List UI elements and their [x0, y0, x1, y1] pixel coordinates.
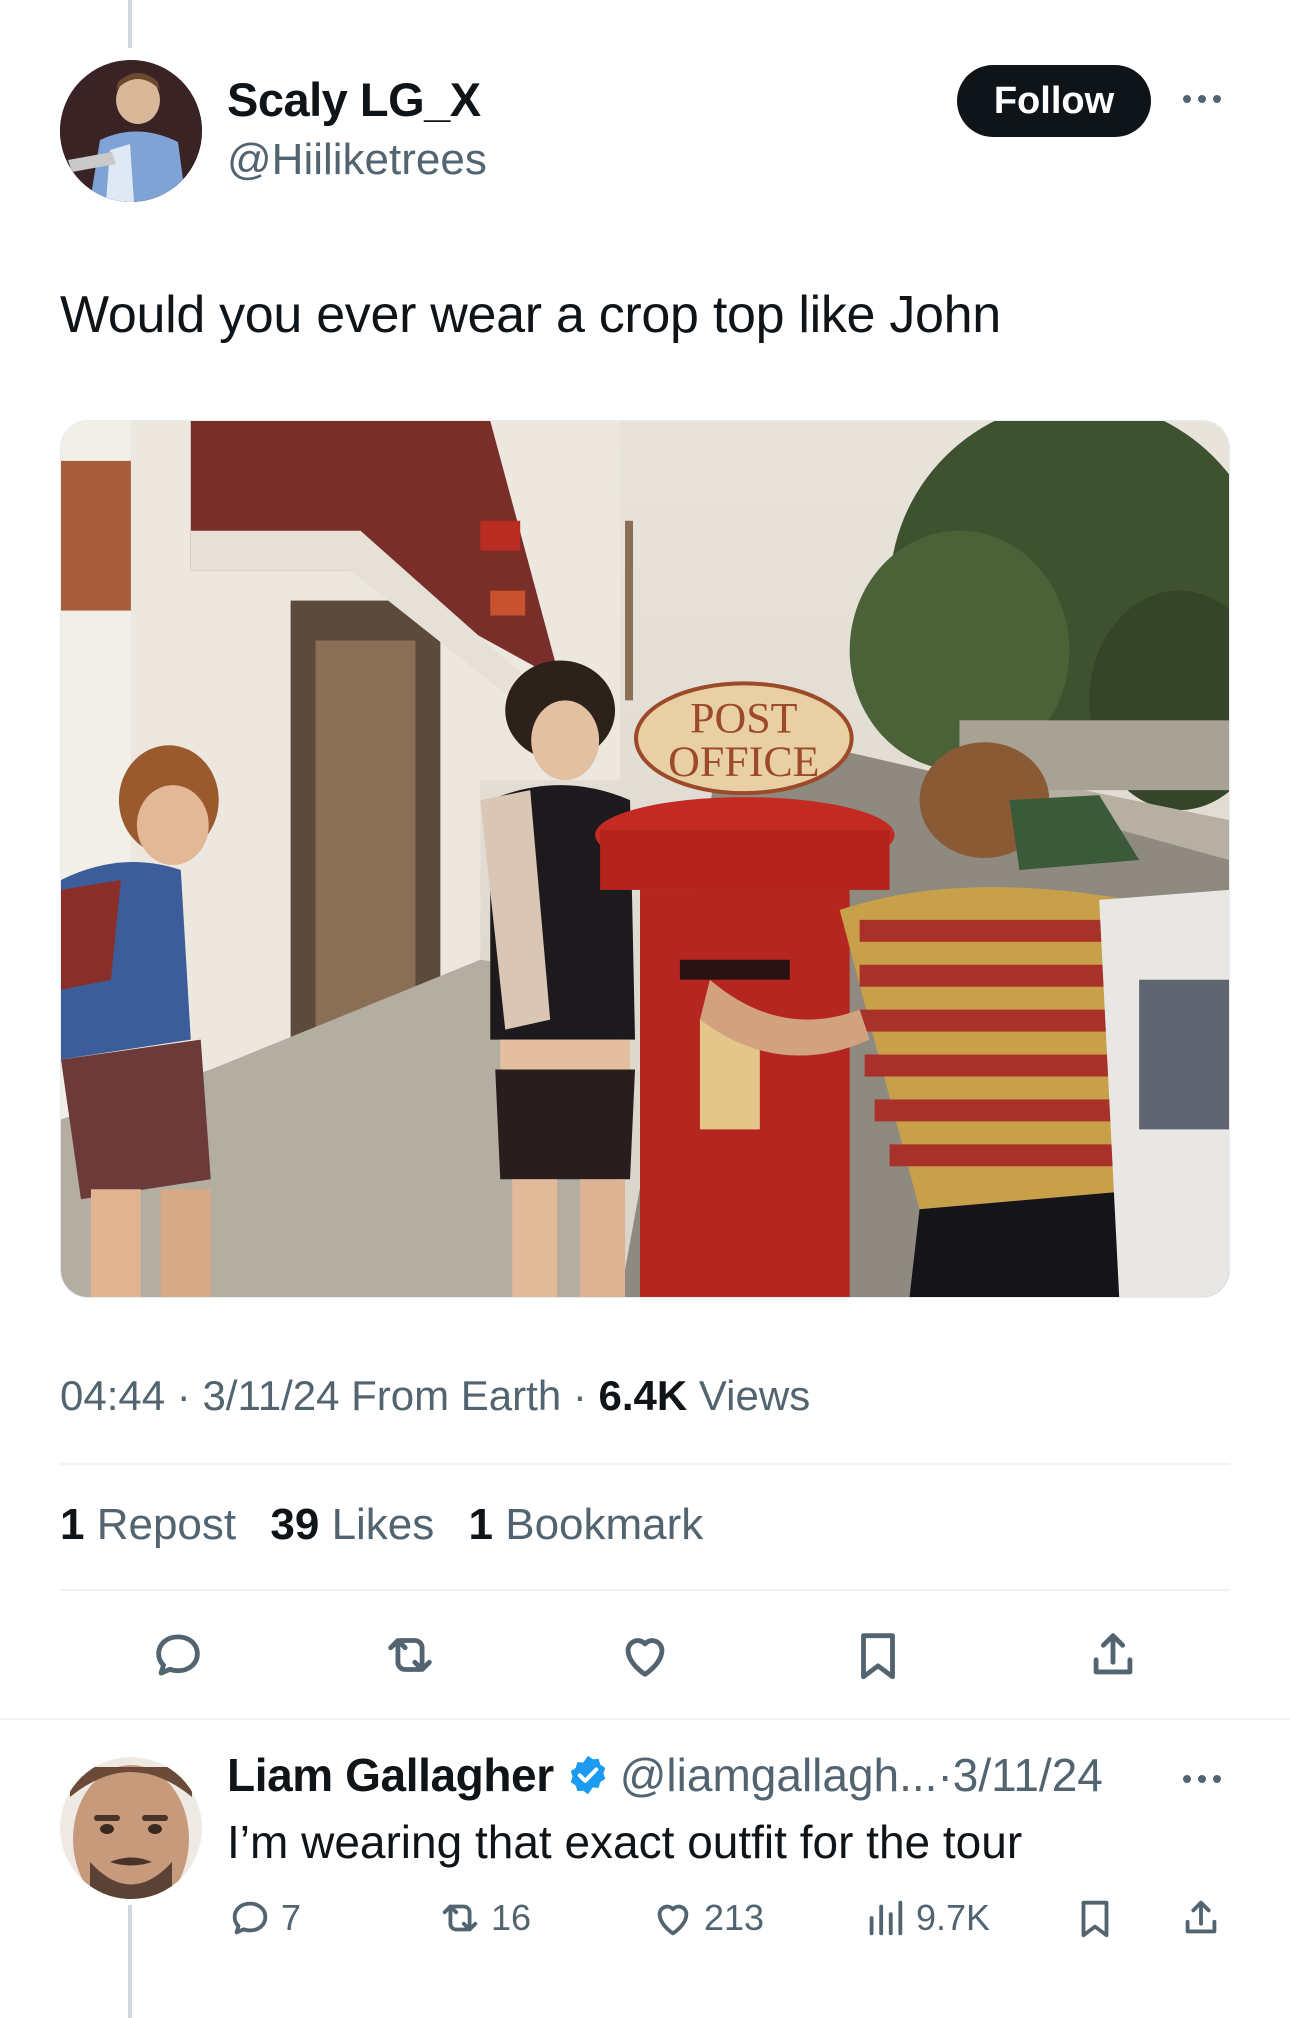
- like-button[interactable]: [615, 1625, 675, 1685]
- tweet-photo[interactable]: POST OFFICE: [60, 420, 1230, 1298]
- tweet-source: From Earth: [351, 1372, 562, 1419]
- verified-badge-icon[interactable]: [566, 1753, 610, 1797]
- views-icon: [869, 1900, 903, 1936]
- reposts-label: Repost: [96, 1500, 237, 1549]
- reply-likes-count: 213: [704, 1897, 765, 1938]
- divider: [0, 1718, 1290, 1720]
- divider: [60, 1589, 1230, 1591]
- reply-reply-button[interactable]: 7: [227, 1895, 301, 1941]
- views-count[interactable]: 6.4K: [599, 1372, 688, 1419]
- reply-bookmark-button[interactable]: [1072, 1895, 1118, 1941]
- reply-reposts-count: 16: [491, 1897, 532, 1938]
- tweet-date[interactable]: 3/11/24: [202, 1372, 339, 1419]
- reply-date[interactable]: 3/11/24: [953, 1748, 1103, 1802]
- author-name[interactable]: Scaly LG_X: [227, 72, 481, 127]
- reply-separator: ·: [937, 1749, 953, 1801]
- bookmarks-label: Bookmark: [505, 1500, 704, 1549]
- reply-icon: [156, 1634, 200, 1676]
- like-icon: [625, 1638, 665, 1677]
- reply-replies-count: 7: [281, 1897, 302, 1938]
- meta-separator: ·: [176, 1372, 191, 1419]
- views-label[interactable]: Views: [699, 1372, 810, 1419]
- reply-author-name[interactable]: Liam Gallagher: [227, 1748, 554, 1802]
- author-avatar[interactable]: [60, 60, 202, 202]
- bookmark-icon: [1081, 1900, 1109, 1938]
- bookmark-button[interactable]: [848, 1625, 908, 1685]
- reply-views-count: 9.7K: [916, 1897, 991, 1938]
- repost-icon: [442, 1904, 478, 1932]
- reposts-stat[interactable]: 1 Repost: [60, 1500, 248, 1549]
- meta-separator: ·: [572, 1372, 587, 1419]
- reply-more-options-icon[interactable]: [1183, 1775, 1221, 1783]
- reply-header: Liam Gallagher @liamgallagh... · 3/11/24: [227, 1748, 1103, 1802]
- thread-connector-top: [128, 0, 132, 48]
- share-icon: [1185, 1900, 1217, 1934]
- reply-repost-button[interactable]: 16: [437, 1895, 531, 1941]
- bookmarks-count: 1: [468, 1500, 493, 1549]
- tweet-time[interactable]: 04:44: [60, 1372, 165, 1419]
- share-icon: [1093, 1633, 1133, 1675]
- reposts-count: 1: [60, 1500, 85, 1549]
- reply-text: I’m wearing that exact outfit for the to…: [227, 1816, 1023, 1868]
- likes-count: 39: [270, 1500, 320, 1549]
- like-icon: [657, 1904, 689, 1936]
- likes-stat[interactable]: 39 Likes: [270, 1500, 446, 1549]
- repost-button[interactable]: [380, 1625, 440, 1685]
- share-button[interactable]: [1083, 1625, 1143, 1685]
- author-handle[interactable]: @Hiiliketrees: [227, 135, 487, 185]
- sign-text-line2: OFFICE: [668, 738, 819, 786]
- more-options-icon[interactable]: [1183, 95, 1221, 103]
- thread-connector-bottom: [128, 1905, 132, 2018]
- likes-label: Likes: [331, 1500, 435, 1549]
- tweet-meta: 04:44 · 3/11/24 From Earth · 6.4K Views: [60, 1372, 810, 1420]
- reply-views-button[interactable]: 9.7K: [862, 1895, 990, 1941]
- sign-text-line1: POST: [690, 694, 798, 742]
- repost-icon: [388, 1638, 432, 1672]
- reply-button[interactable]: [148, 1625, 208, 1685]
- reply-like-button[interactable]: 213: [650, 1895, 764, 1941]
- follow-button[interactable]: Follow: [957, 65, 1151, 137]
- reply-author-avatar[interactable]: [60, 1757, 202, 1899]
- reply-author-handle[interactable]: @liamgallagh...: [620, 1748, 938, 1802]
- reply-share-button[interactable]: [1178, 1895, 1224, 1941]
- bookmarks-stat[interactable]: 1 Bookmark: [469, 1500, 704, 1549]
- divider: [60, 1463, 1230, 1465]
- reply-icon: [232, 1901, 268, 1935]
- tweet-text: Would you ever wear a crop top like John: [60, 286, 1001, 344]
- tweet-stats: 1 Repost 39 Likes 1 Bookmark: [60, 1500, 725, 1550]
- bookmark-icon: [861, 1633, 895, 1680]
